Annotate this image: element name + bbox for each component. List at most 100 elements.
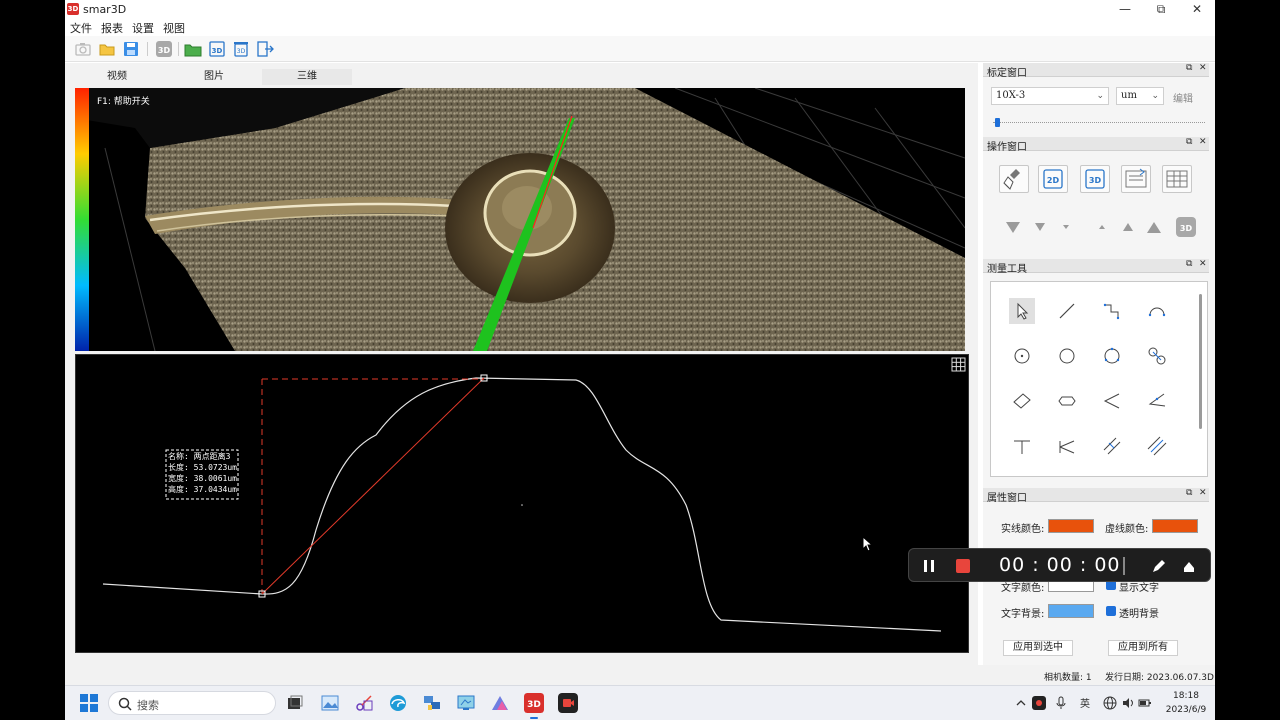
- line-line-distance-icon[interactable]: [1144, 433, 1170, 459]
- microphone-icon[interactable]: [1054, 696, 1068, 710]
- chevron-up-icon[interactable]: [1015, 697, 1027, 709]
- measure-tools-scrollbar[interactable]: [1199, 294, 1202, 429]
- paint-app-icon[interactable]: [490, 693, 510, 713]
- network-globe-icon[interactable]: [1103, 696, 1117, 710]
- edge-browser-icon[interactable]: [388, 693, 408, 713]
- export-3d-icon[interactable]: 3D: [208, 40, 226, 58]
- tray-time[interactable]: 18:18: [1168, 691, 1204, 701]
- menu-settings[interactable]: 设置: [132, 20, 154, 36]
- float-icon[interactable]: ⧉: [1186, 63, 1192, 73]
- 3d-view-canvas[interactable]: F1: 帮助开关: [75, 88, 965, 351]
- screen-recorder-app-icon[interactable]: [558, 693, 578, 713]
- eraser-icon[interactable]: [1181, 558, 1197, 574]
- apply-selected-button[interactable]: 应用到选中: [1003, 640, 1073, 656]
- grid-toggle-icon[interactable]: [950, 356, 967, 373]
- 3d-reset-icon[interactable]: 3D: [1176, 217, 1196, 237]
- perpendicular-tool-icon[interactable]: [1009, 433, 1035, 459]
- three-point-angle-icon[interactable]: [1144, 388, 1170, 414]
- 3d-mode-icon[interactable]: 3D: [155, 40, 173, 58]
- close-icon[interactable]: ✕: [1199, 63, 1207, 73]
- move-up-large-icon[interactable]: [1145, 218, 1163, 236]
- text-bg-swatch[interactable]: [1048, 604, 1094, 618]
- screen-recorder-toolbar: 00 : 00 : 00: [908, 548, 1211, 582]
- line-tool-icon[interactable]: [1054, 298, 1080, 324]
- open-3d-folder-icon[interactable]: [184, 40, 202, 58]
- battery-icon[interactable]: [1138, 696, 1152, 710]
- save-icon[interactable]: [122, 40, 140, 58]
- lens-select[interactable]: 10X-3 ⌄: [991, 87, 1109, 105]
- arc-tool-icon[interactable]: [1144, 298, 1170, 324]
- polyline-tool-icon[interactable]: [1099, 298, 1125, 324]
- volume-icon[interactable]: [1121, 696, 1135, 710]
- photos-app-icon[interactable]: [320, 693, 340, 713]
- select-pointer-icon[interactable]: [1009, 298, 1035, 324]
- recording-timer: 00 : 00 : 00: [999, 554, 1121, 576]
- three-point-circle-icon[interactable]: [1099, 343, 1125, 369]
- table-button[interactable]: [1162, 165, 1192, 193]
- export-button[interactable]: [1121, 165, 1151, 193]
- input-method-icon[interactable]: 英: [1078, 696, 1092, 710]
- pen-annotate-icon[interactable]: [1151, 558, 1167, 574]
- title-bar: 3D smar3D — ⧉ ✕: [65, 0, 1215, 18]
- stop-record-icon[interactable]: [955, 558, 971, 574]
- open-folder-icon[interactable]: [98, 40, 116, 58]
- close-icon[interactable]: ✕: [1199, 259, 1207, 269]
- angle-tool-icon[interactable]: [1099, 388, 1125, 414]
- close-icon[interactable]: ✕: [1199, 137, 1207, 147]
- profile-view-canvas[interactable]: 名称: 两点距离3 长度: 53.0723um 宽度: 38.0061um 高度…: [75, 354, 969, 653]
- windows-start-icon[interactable]: [79, 693, 99, 713]
- move-down-large-icon[interactable]: [1004, 218, 1022, 236]
- measure-width: 宽度: 38.0061um: [168, 474, 237, 483]
- move-down-medium-icon[interactable]: [1031, 218, 1049, 236]
- close-button[interactable]: ✕: [1179, 0, 1215, 18]
- 3d-view-button[interactable]: 3D: [1080, 165, 1110, 193]
- move-up-medium-icon[interactable]: [1119, 218, 1137, 236]
- float-icon[interactable]: ⧉: [1186, 259, 1192, 269]
- tab-image[interactable]: 图片: [169, 69, 259, 85]
- tab-video[interactable]: 视频: [72, 69, 162, 85]
- delete-3d-icon[interactable]: 3D: [232, 40, 250, 58]
- exit-icon[interactable]: [256, 40, 274, 58]
- 2d-view-button[interactable]: 2D: [1038, 165, 1068, 193]
- rectangle-tool-icon[interactable]: [1009, 388, 1035, 414]
- camera-capture-icon[interactable]: [74, 40, 92, 58]
- point-line-distance-icon[interactable]: [1054, 433, 1080, 459]
- calibration-slider[interactable]: [993, 118, 1205, 127]
- move-down-small-icon[interactable]: [1057, 218, 1075, 236]
- parallel-distance-icon[interactable]: [1099, 433, 1125, 459]
- float-icon[interactable]: ⧉: [1186, 137, 1192, 147]
- dashed-color-swatch[interactable]: [1152, 519, 1198, 533]
- snipping-tool-icon[interactable]: [354, 693, 374, 713]
- unit-select[interactable]: um ⌄: [1116, 87, 1164, 105]
- clear-brush-button[interactable]: [999, 165, 1029, 193]
- taskbar-search-input[interactable]: 搜索: [108, 691, 276, 715]
- circle-tool-icon[interactable]: [1054, 343, 1080, 369]
- transparent-bg-checkbox[interactable]: [1106, 606, 1116, 616]
- pause-icon[interactable]: [921, 558, 937, 574]
- maximize-button[interactable]: ⧉: [1143, 0, 1179, 18]
- remote-desktop-icon[interactable]: [422, 693, 442, 713]
- move-up-small-icon[interactable]: [1093, 218, 1111, 236]
- slider-handle[interactable]: [995, 118, 1000, 127]
- float-icon[interactable]: ⧉: [1186, 488, 1192, 498]
- apply-all-button[interactable]: 应用到所有: [1108, 640, 1178, 656]
- menu-view[interactable]: 视图: [163, 20, 185, 36]
- edit-button[interactable]: 编辑: [1173, 90, 1193, 105]
- help-hint: F1: 帮助开关: [97, 97, 150, 107]
- display-settings-icon[interactable]: [456, 693, 476, 713]
- recorder-tray-icon[interactable]: [1032, 696, 1046, 710]
- slot-tool-icon[interactable]: [1054, 388, 1080, 414]
- tray-date[interactable]: 2023/6/9: [1164, 705, 1208, 715]
- smar3d-taskbar-icon[interactable]: 3D: [524, 693, 544, 713]
- close-icon[interactable]: ✕: [1199, 488, 1207, 498]
- task-view-icon[interactable]: [285, 693, 305, 713]
- menu-report[interactable]: 报表: [101, 20, 123, 36]
- measure-tools-grid: [990, 281, 1208, 477]
- minimize-button[interactable]: —: [1107, 0, 1143, 18]
- solid-color-swatch[interactable]: [1048, 519, 1094, 533]
- circle-center-tool-icon[interactable]: [1009, 343, 1035, 369]
- circle-distance-icon[interactable]: [1144, 343, 1170, 369]
- search-icon: [118, 697, 132, 711]
- menu-file[interactable]: 文件: [70, 20, 92, 36]
- tab-3d[interactable]: 三维: [262, 69, 352, 85]
